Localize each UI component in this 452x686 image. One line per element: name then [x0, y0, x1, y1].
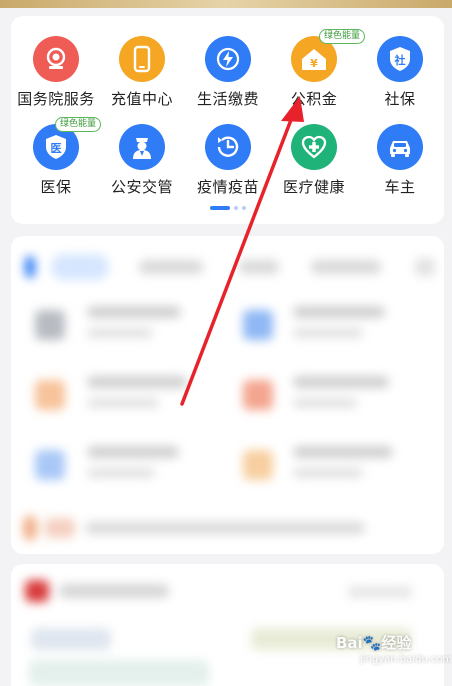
service-label: 社保 — [384, 90, 416, 108]
page-dot — [234, 206, 238, 210]
lightning-icon — [205, 36, 251, 82]
paw-icon: 🐾 — [362, 634, 382, 652]
service-label: 车主 — [384, 178, 416, 196]
shield-she-icon: 社 — [377, 36, 423, 82]
watermark-suffix: 经验 — [381, 634, 412, 652]
service-label: 医疗健康 — [282, 178, 345, 196]
seal-icon — [33, 36, 79, 82]
service-medical-insurance[interactable]: 医 绿色能量 医保 — [11, 117, 102, 197]
service-label: 充值中心 — [110, 90, 173, 108]
top-banner-strip — [0, 0, 452, 8]
phone-icon — [119, 36, 165, 82]
watermark-url: jingyan.baidu.com — [360, 654, 452, 665]
service-housing-fund[interactable]: ¥ 绿色能量 公积金 — [269, 29, 366, 109]
car-icon — [377, 124, 423, 170]
clock-history-icon — [205, 124, 251, 170]
service-label: 疫情疫苗 — [196, 178, 259, 196]
service-label: 公安交管 — [110, 178, 173, 196]
svg-text:¥: ¥ — [310, 57, 318, 70]
page-dot — [242, 206, 246, 210]
page-dot-active — [210, 206, 230, 210]
service-car-owner[interactable]: 车主 — [355, 124, 445, 197]
blurred-region — [11, 236, 444, 554]
green-energy-badge: 绿色能量 — [55, 117, 102, 132]
shield-yi-icon: 医 绿色能量 — [33, 117, 102, 170]
service-utility-payment[interactable]: 生活缴费 — [183, 36, 273, 109]
service-label: 公积金 — [290, 90, 338, 108]
police-icon — [119, 124, 165, 170]
svg-text:社: 社 — [394, 53, 406, 67]
service-state-council[interactable]: 国务院服务 — [11, 36, 101, 109]
service-epidemic-vaccine[interactable]: 疫情疫苗 — [183, 124, 273, 197]
house-yen-icon: ¥ 绿色能量 — [291, 29, 366, 82]
service-label: 国务院服务 — [17, 90, 95, 108]
svg-text:医: 医 — [51, 142, 62, 155]
service-social-security[interactable]: 社 社保 — [355, 36, 445, 109]
service-label: 医保 — [40, 178, 72, 196]
service-recharge-center[interactable]: 充值中心 — [97, 36, 187, 109]
service-label: 生活缴费 — [196, 90, 259, 108]
heart-cross-icon — [291, 124, 337, 170]
service-medical-health[interactable]: 医疗健康 — [269, 124, 359, 197]
service-public-security-traffic[interactable]: 公安交管 — [97, 124, 187, 197]
services-card: 国务院服务 充值中心 生活缴费 ¥ 绿色能量 公积金 社 社保 医 绿色能量 医… — [11, 16, 444, 224]
baidu-watermark: Bai🐾经验 jingyan.baidu.com — [336, 632, 452, 672]
blurred-content-card — [11, 236, 444, 554]
watermark-brand: Bai — [336, 634, 363, 652]
